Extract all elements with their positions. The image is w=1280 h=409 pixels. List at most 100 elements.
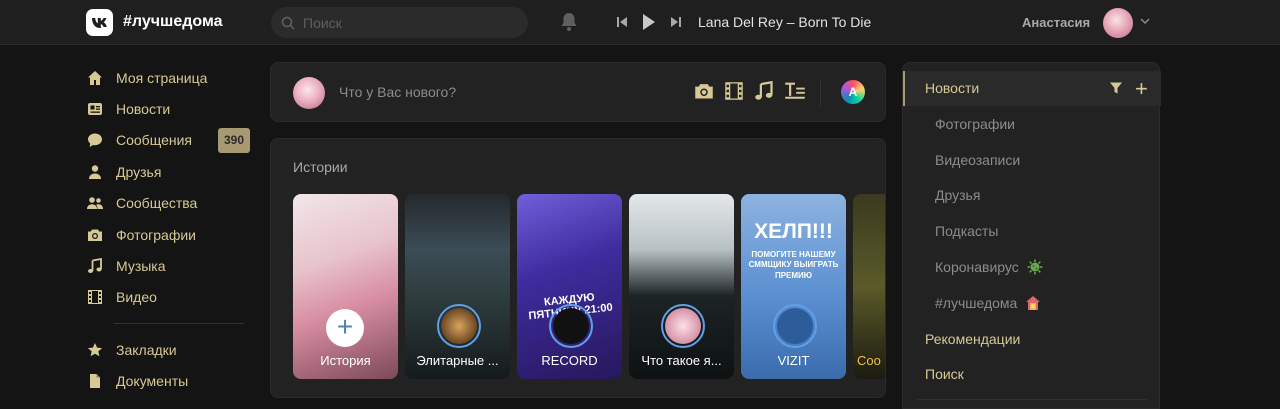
menu-item-stay-home[interactable]: #лучшедома bbox=[935, 295, 1041, 311]
play-icon[interactable] bbox=[642, 13, 656, 31]
sidebar-item-label: Музыка bbox=[116, 258, 166, 275]
previous-track-icon[interactable] bbox=[616, 16, 628, 28]
sidebar-item-label: Друзья bbox=[116, 163, 162, 180]
story-caption-sub: ПОМОГИТЕ НАШЕМУ СММЩИКУ ВЫИГРАТЬ ПРЕМИЮ bbox=[748, 250, 839, 280]
menu-item-photos[interactable]: Фотографии bbox=[935, 116, 1015, 132]
sidebar-item-friends[interactable]: Друзья bbox=[80, 156, 260, 187]
story-avatar bbox=[549, 304, 593, 348]
brand-title[interactable]: #лучшедома bbox=[123, 13, 223, 31]
sidebar-item-label: Фотографии bbox=[116, 226, 197, 243]
next-track-icon[interactable] bbox=[670, 16, 682, 28]
sidebar-item-my-page[interactable]: Моя страница bbox=[80, 62, 260, 93]
star-icon bbox=[86, 341, 104, 359]
camera-icon[interactable] bbox=[694, 81, 714, 101]
video-icon[interactable] bbox=[724, 81, 744, 101]
communities-icon bbox=[86, 194, 104, 212]
story-avatar bbox=[437, 304, 481, 348]
bell-icon[interactable] bbox=[560, 12, 578, 32]
menu-item-label: #лучшедома bbox=[935, 295, 1018, 311]
story-name: Соо bbox=[857, 353, 881, 368]
news-filter-menu: Новости + Фотографии Видеозаписи Друзья … bbox=[902, 62, 1161, 409]
sidebar-item-label: Новости bbox=[116, 101, 171, 118]
messages-count-badge: 390 bbox=[218, 127, 251, 153]
story-name: VIZIT bbox=[777, 353, 810, 368]
sidebar-item-communities[interactable]: Сообщества bbox=[80, 188, 260, 219]
menu-item-recommendations[interactable]: Рекомендации bbox=[925, 331, 1020, 347]
story-avatar bbox=[773, 304, 817, 348]
story-card[interactable]: Что такое я... bbox=[629, 194, 734, 379]
menu-item-news[interactable]: Новости bbox=[925, 80, 979, 96]
story-avatar bbox=[661, 304, 705, 348]
menu-item-videos[interactable]: Видеозаписи bbox=[935, 152, 1020, 168]
stories-panel: Истории + История Элитарные ... КАЖДУЮ П… bbox=[270, 138, 886, 398]
story-thumbnail bbox=[405, 194, 510, 379]
chevron-down-icon[interactable] bbox=[1140, 17, 1150, 25]
left-sidebar: Моя страница Новости Сообщения 390 Друзь… bbox=[80, 62, 260, 397]
messages-icon bbox=[86, 131, 104, 149]
article-icon[interactable] bbox=[784, 81, 806, 101]
story-card-create[interactable]: + История bbox=[293, 194, 398, 379]
post-composer[interactable]: Что у Вас нового? A bbox=[270, 62, 886, 122]
menu-item-podcasts[interactable]: Подкасты bbox=[935, 223, 998, 239]
user-avatar[interactable] bbox=[1103, 8, 1133, 38]
top-header: #лучшедома Lana Del Rey – Born To Die Ан… bbox=[0, 0, 1280, 45]
story-card[interactable]: ХЕЛП!!! ПОМОГИТЕ НАШЕМУ СММЩИКУ ВЫИГРАТЬ… bbox=[741, 194, 846, 379]
camera-icon bbox=[86, 226, 104, 244]
menu-item-coronavirus[interactable]: Коронавирус bbox=[935, 259, 1043, 275]
house-emoji-icon bbox=[1026, 296, 1041, 310]
news-icon bbox=[86, 100, 104, 118]
story-name: Элитарные ... bbox=[416, 353, 499, 368]
aura-icon[interactable]: A bbox=[841, 80, 865, 104]
sidebar-divider bbox=[114, 323, 244, 325]
story-card[interactable]: Соо bbox=[853, 194, 885, 379]
story-card[interactable]: Элитарные ... bbox=[405, 194, 510, 379]
filter-icon[interactable] bbox=[1109, 81, 1123, 95]
sidebar-item-documents[interactable]: Документы bbox=[80, 366, 260, 397]
music-icon bbox=[86, 257, 104, 275]
video-icon bbox=[86, 288, 104, 306]
composer-avatar bbox=[293, 77, 325, 109]
story-thumbnail bbox=[517, 194, 622, 379]
story-card[interactable]: КАЖДУЮ ПЯТНИЦУ 21:00 RECORD bbox=[517, 194, 622, 379]
sidebar-item-photos[interactable]: Фотографии bbox=[80, 219, 260, 250]
virus-icon bbox=[1027, 259, 1043, 275]
story-thumbnail bbox=[293, 194, 398, 379]
sidebar-item-label: Сообщения bbox=[116, 132, 192, 149]
sidebar-item-label: Видео bbox=[116, 289, 157, 306]
document-icon bbox=[86, 372, 104, 390]
sidebar-item-label: Моя страница bbox=[116, 69, 208, 86]
composer-attachments bbox=[694, 81, 806, 101]
sidebar-item-music[interactable]: Музыка bbox=[80, 250, 260, 281]
story-name: RECORD bbox=[541, 353, 598, 368]
now-playing-track[interactable]: Lana Del Rey – Born To Die bbox=[698, 14, 871, 30]
sidebar-item-bookmarks[interactable]: Закладки bbox=[80, 334, 260, 365]
search-input[interactable] bbox=[303, 14, 503, 31]
sidebar-item-video[interactable]: Видео bbox=[80, 282, 260, 313]
story-thumbnail bbox=[629, 194, 734, 379]
stories-title: Истории bbox=[293, 159, 348, 175]
friend-icon bbox=[86, 163, 104, 181]
sidebar-item-news[interactable]: Новости bbox=[80, 93, 260, 124]
audio-player bbox=[616, 13, 682, 31]
user-name[interactable]: Анастасия bbox=[1022, 15, 1090, 30]
sidebar-item-label: Сообщества bbox=[116, 195, 198, 212]
story-name: Что такое я... bbox=[641, 353, 722, 368]
menu-item-search[interactable]: Поиск bbox=[925, 366, 964, 382]
sidebar-item-messages[interactable]: Сообщения 390 bbox=[80, 125, 260, 156]
story-caption: ХЕЛП!!! bbox=[754, 220, 833, 243]
home-icon bbox=[86, 69, 104, 87]
story-name: История bbox=[320, 353, 371, 368]
menu-item-label: Коронавирус bbox=[935, 259, 1019, 275]
vk-logo-icon[interactable] bbox=[86, 9, 113, 36]
music-icon[interactable] bbox=[754, 81, 774, 101]
add-story-icon[interactable]: + bbox=[326, 309, 364, 347]
story-thumbnail bbox=[853, 194, 885, 379]
search-box[interactable] bbox=[271, 7, 528, 38]
menu-item-friends[interactable]: Друзья bbox=[935, 187, 980, 203]
search-icon bbox=[281, 16, 295, 30]
composer-placeholder[interactable]: Что у Вас нового? bbox=[339, 84, 456, 100]
composer-divider bbox=[820, 79, 821, 107]
menu-divider bbox=[917, 399, 1147, 400]
sidebar-item-label: Закладки bbox=[116, 341, 177, 358]
add-icon[interactable]: + bbox=[1135, 78, 1148, 100]
